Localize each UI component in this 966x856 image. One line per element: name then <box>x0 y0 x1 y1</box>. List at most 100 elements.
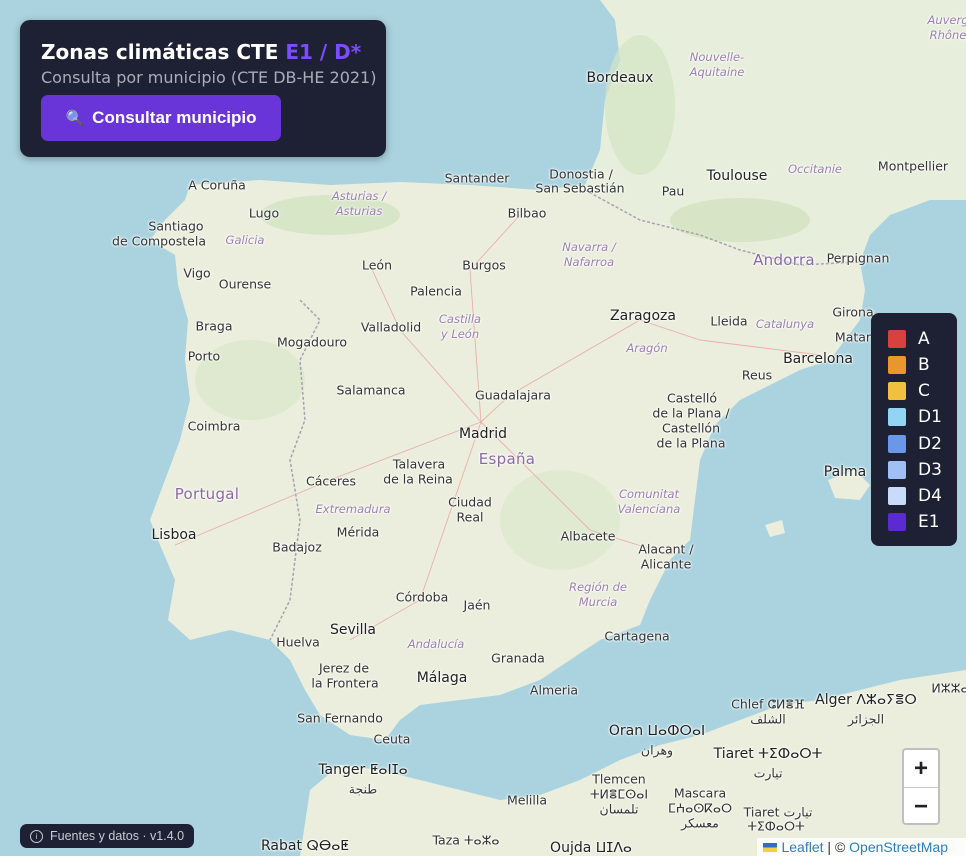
legend-item-e1: E1 <box>888 510 940 534</box>
legend-swatch <box>888 487 906 505</box>
ukraine-flag-icon <box>763 842 778 852</box>
panel-title: Zonas climáticas CTE E1 / D* <box>41 40 361 64</box>
legend-swatch <box>888 330 906 348</box>
map-label-alger: Alger ⴷⵣⴰⵢⴻⵔ <box>815 692 917 708</box>
leaflet-link[interactable]: Leaflet <box>781 839 823 855</box>
map-label-santiago2: de Compostela <box>112 233 206 249</box>
map-label-portugal: Portugal <box>174 485 240 503</box>
map-label-mataro: Matar <box>834 329 872 345</box>
zoom-in-button[interactable]: + <box>904 750 938 787</box>
legend-item-a: A <box>888 327 930 351</box>
map-label-bilbao: Bilbao <box>507 205 547 221</box>
map-label-melilla: Melilla <box>506 792 548 808</box>
map-label-bordeaux: Bordeaux <box>586 70 654 86</box>
map-label-barcelona: Barcelona <box>783 351 853 367</box>
map-label-vigo: Vigo <box>183 265 211 281</box>
map-label-castillaleon2: y León <box>440 327 480 341</box>
map-label-merida: Mérida <box>336 524 380 540</box>
map-label-tiaret3: Tiaret تيارت <box>743 804 813 820</box>
map-label-alacant: Alacant / <box>638 541 694 557</box>
map-label-talavera2: de la Reina <box>383 471 453 487</box>
map-label-valladolid: Valladolid <box>360 319 422 335</box>
map-label-albacete: Albacete <box>560 528 616 544</box>
map-label-taza: Taza ⵜⴰⵣⴰ <box>432 832 500 848</box>
legend-swatch <box>888 408 906 426</box>
map-label-guadalajara: Guadalajara <box>475 387 551 403</box>
map-label-lisboa: Lisboa <box>151 527 197 543</box>
map-label-sanfernando: San Fernando <box>297 710 383 726</box>
map-label-palma: Palma <box>823 464 867 480</box>
map-label-braga: Braga <box>195 318 233 334</box>
map-label-castello3: Castellón <box>661 420 721 436</box>
map-label-mogadouro: Mogadouro <box>276 334 348 350</box>
zoom-control: + − <box>902 748 940 825</box>
map-label-mascara2: ⵎⵄⴰⵙⴽⴰⵔ <box>667 800 733 816</box>
legend-label: D4 <box>918 486 942 506</box>
map-label-burgos: Burgos <box>462 257 506 273</box>
map-label-castello4: de la Plana <box>656 435 726 451</box>
map-label-murcia2: Murcia <box>578 595 618 609</box>
map-label-granada: Granada <box>491 650 545 666</box>
map-label-nouvelle: Nouvelle- <box>689 50 745 64</box>
map-label-zaragoza: Zaragoza <box>610 308 676 324</box>
map-label-extremadura: Extremadura <box>315 502 391 516</box>
map-label-salamanca: Salamanca <box>336 382 406 398</box>
legend-label: D3 <box>918 460 942 480</box>
map-label-montpellier: Montpellier <box>877 158 949 174</box>
map-label-castillaleon: Castilla <box>438 312 482 326</box>
map-label-madrid: Madrid <box>458 426 508 442</box>
map-label-palencia: Palencia <box>410 283 462 299</box>
osm-link[interactable]: OpenStreetMap <box>849 839 948 855</box>
map-label-santiago: Santiago <box>148 218 204 234</box>
map-label-cartagena: Cartagena <box>604 628 670 644</box>
map-label-caceres: Cáceres <box>305 473 357 489</box>
sources-label: Fuentes y datos · v1.4.0 <box>50 829 185 843</box>
map-label-tanger: Tanger ⵟⴰⵏⵊⴰ <box>318 762 408 778</box>
map-attribution: Leaflet | © OpenStreetMap <box>757 838 966 856</box>
map-label-chlef2: الشلف <box>750 711 786 727</box>
map-label-tiaret: Tiaret ⵜⵉⵀⴰⵔⵜ <box>713 746 823 762</box>
search-icon: 🔍 <box>65 110 85 127</box>
map-label-espana: España <box>478 450 536 468</box>
map-label-ciudadreal2: Real <box>456 509 484 525</box>
legend-item-b: B <box>888 353 930 377</box>
legend-swatch <box>888 513 906 531</box>
map-label-andorra: Andorra <box>753 251 815 269</box>
map-label-asturias: Asturias / <box>331 189 387 203</box>
panel-title-accent: E1 / D* <box>285 40 362 64</box>
map-label-aragon: Aragón <box>626 341 668 355</box>
map-label-porto: Porto <box>187 348 221 364</box>
map-label-alger2: الجزائر <box>847 711 885 727</box>
map-label-chlef: Chlef ⵛⵍⴻⴼ <box>731 696 805 712</box>
legend-label: A <box>918 329 930 349</box>
map-label-galicia: Galicia <box>225 233 265 247</box>
consult-municipio-button[interactable]: 🔍 Consultar municipio <box>41 95 281 141</box>
map-label-oran2: وهران <box>640 742 674 758</box>
map-label-alicante: Alicante <box>640 556 692 572</box>
map-label-ceuta: Ceuta <box>373 731 411 747</box>
map-label-comunitat2: Valenciana <box>617 502 681 516</box>
legend-label: C <box>918 381 930 401</box>
map-label-ourense: Ourense <box>218 276 272 292</box>
map-label-almeria: Almeria <box>529 682 579 698</box>
legend-item-d4: D4 <box>888 484 942 508</box>
map-label-castello: Castelló <box>666 390 718 406</box>
map-label-algeria-right: ⵍⵣⵣⴰ <box>931 680 966 696</box>
zoom-out-button[interactable]: − <box>904 788 938 825</box>
map-label-girona: Girona <box>832 304 874 320</box>
map-label-toulouse: Toulouse <box>706 168 768 184</box>
info-icon: i <box>30 829 43 843</box>
map-label-navarra2: Nafarroa <box>563 255 615 269</box>
attribution-separator: | © <box>823 839 850 855</box>
legend-item-d1: D1 <box>888 405 942 429</box>
consult-municipio-label: Consultar municipio <box>92 108 257 127</box>
map-label-tlemcen3: تلمسان <box>599 801 639 817</box>
map-label-lugo: Lugo <box>248 205 280 221</box>
map-label-oran: Oran ⵡⴰⵀⵔⴰⵏ <box>608 723 706 739</box>
map-label-santander: Santander <box>444 170 510 186</box>
sources-pill[interactable]: i Fuentes y datos · v1.4.0 <box>20 824 195 848</box>
map-label-jerez2: la Frontera <box>311 675 379 691</box>
map-label-castello2: de la Plana / <box>652 405 730 421</box>
legend-item-c: C <box>888 379 930 403</box>
map-label-murcia: Región de <box>569 580 627 594</box>
